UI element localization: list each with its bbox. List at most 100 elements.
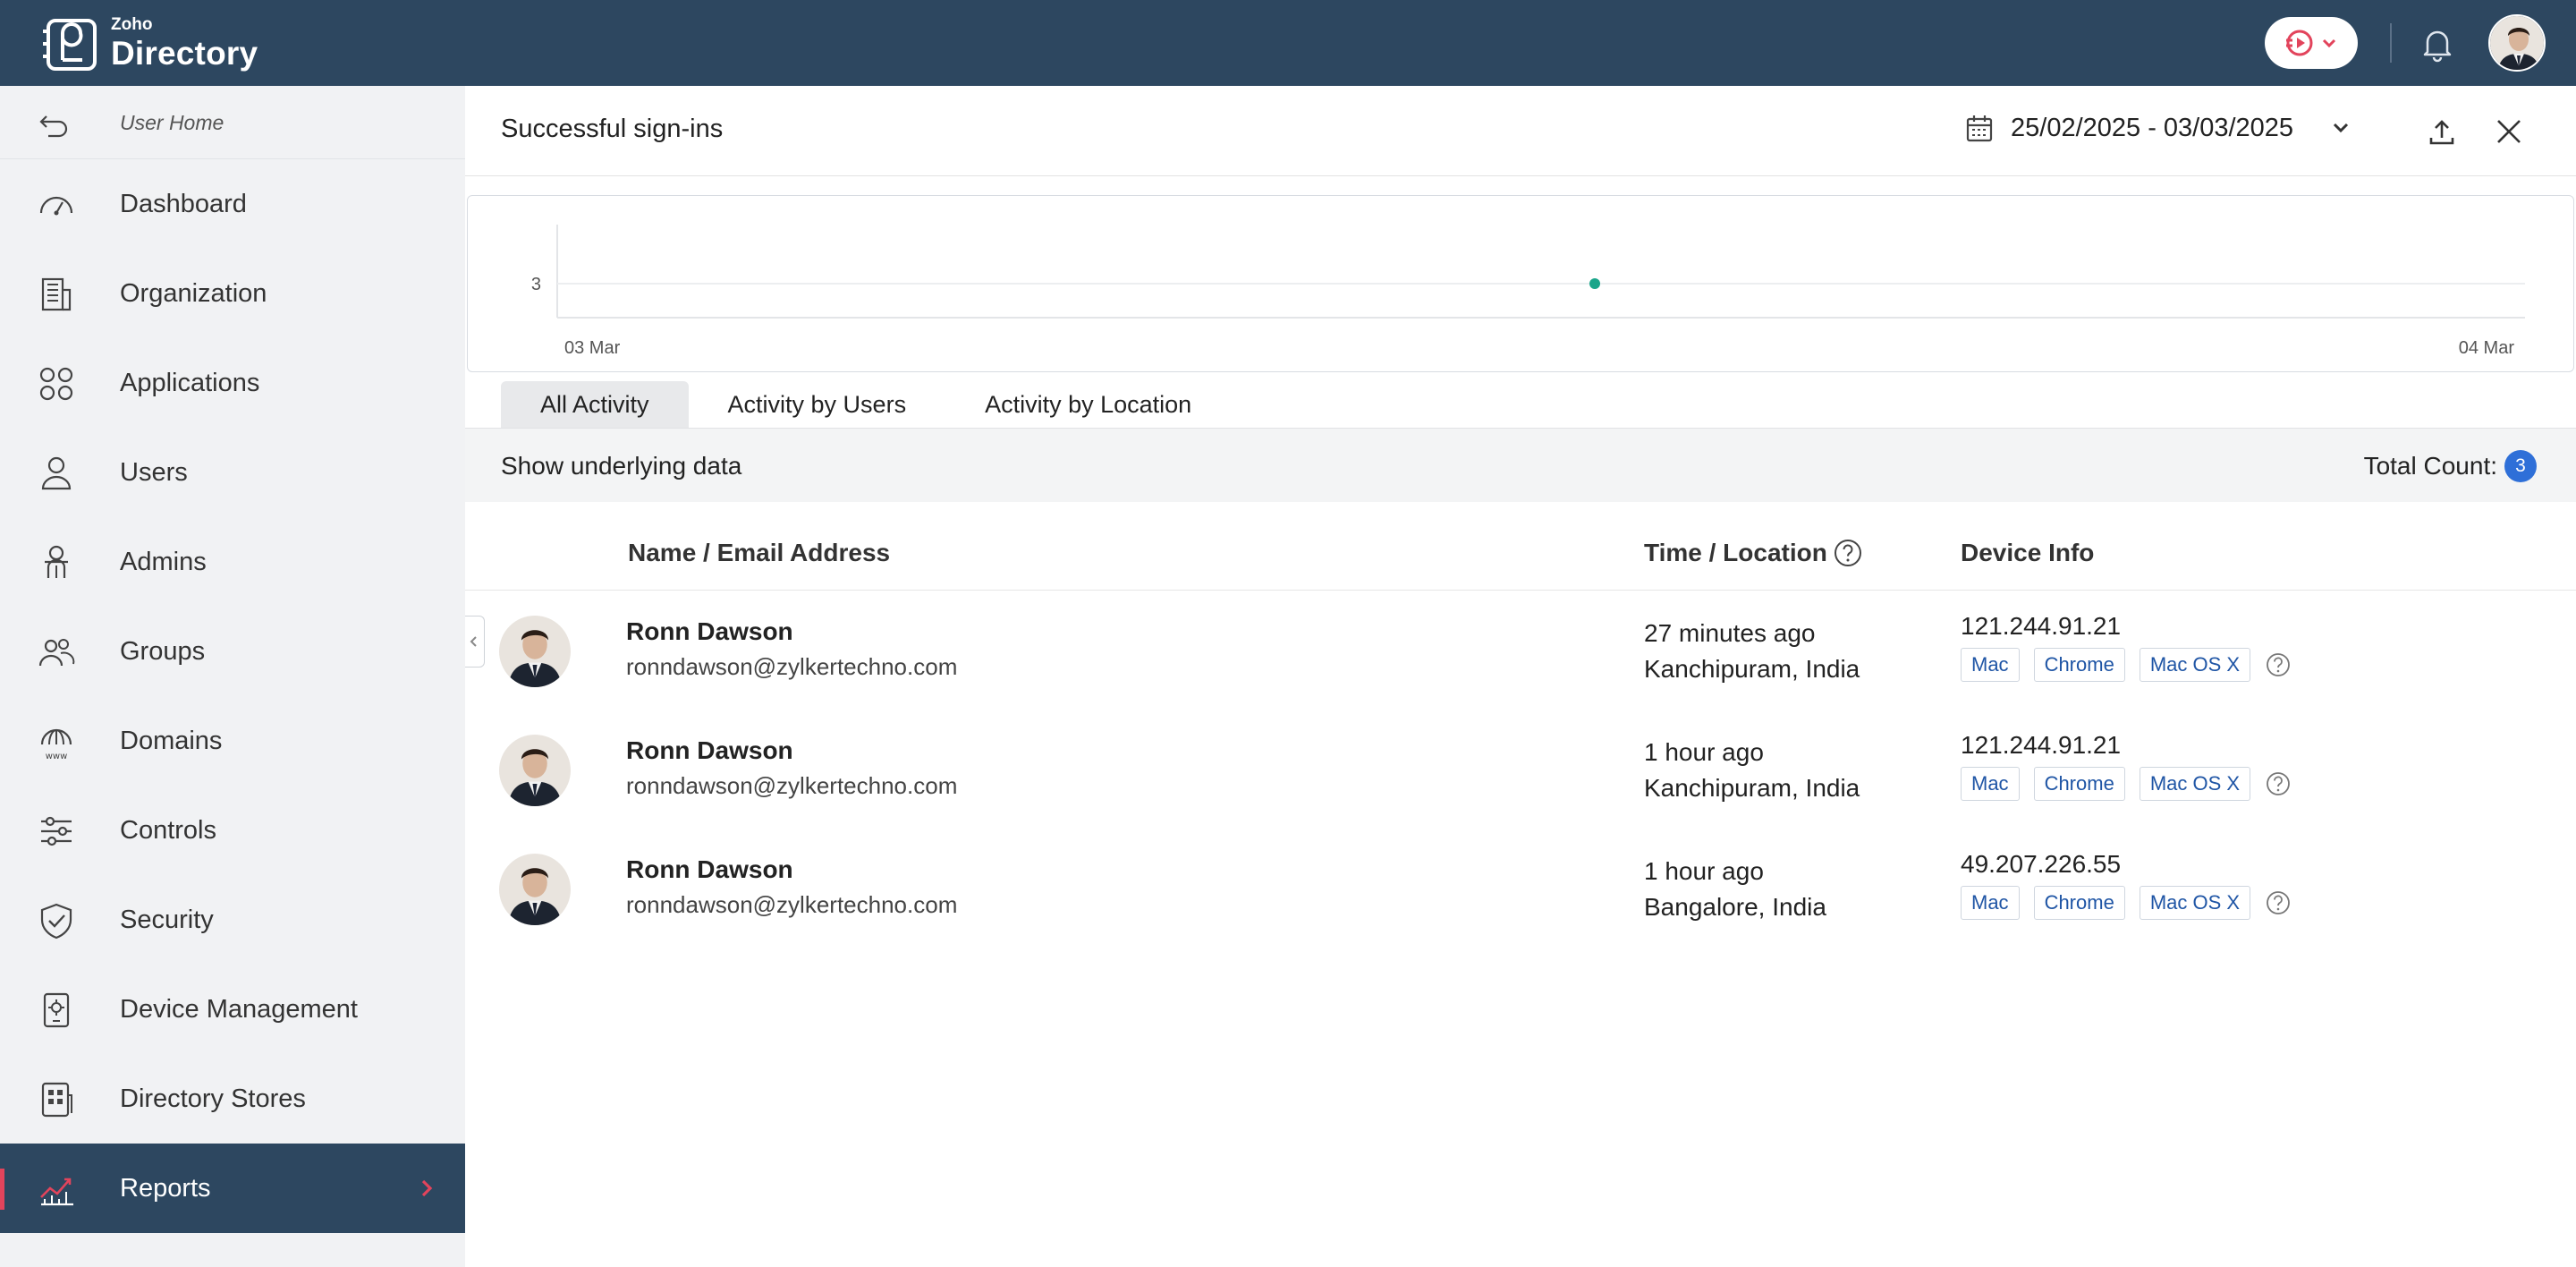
date-range-picker[interactable]: 25/02/2025 - 03/03/2025 — [1964, 113, 2352, 143]
sidebar-item-label: Directory Stores — [120, 1084, 306, 1113]
report-tabs: All Activity Activity by Users Activity … — [501, 381, 1231, 428]
ip-address: 49.207.226.55 — [1961, 850, 2122, 878]
signin-chart: 3 03 Mar 04 Mar — [467, 195, 2574, 372]
sidebar-item-label: Reports — [120, 1174, 211, 1203]
sliders-icon — [41, 816, 72, 846]
help-circle-icon[interactable] — [2265, 770, 2292, 797]
tab-activity-by-location[interactable]: Activity by Location — [945, 381, 1231, 428]
bell-icon[interactable] — [2419, 25, 2456, 63]
user-email: ronndawson@zylkertechno.com — [626, 772, 958, 799]
filter-bar: Show underlying data Total Count: 3 — [465, 429, 2576, 502]
sidebar-item-label: Applications — [120, 369, 260, 397]
back-arrow-icon — [39, 115, 68, 138]
close-icon[interactable] — [2492, 115, 2526, 149]
user-name: Ronn Dawson — [626, 855, 793, 883]
ip-address: 121.244.91.21 — [1961, 731, 2122, 759]
chevron-down-icon — [2322, 38, 2336, 48]
sidebar-item-security[interactable]: Security — [0, 875, 465, 965]
column-header-name: Name / Email Address — [628, 539, 891, 566]
data-point — [1589, 278, 1600, 289]
column-header-device: Device Info — [1961, 539, 2095, 566]
top-header: Zoho Directory — [0, 0, 2576, 86]
user-icon — [41, 456, 72, 490]
sidebar-item-domains[interactable]: www Domains — [0, 696, 465, 786]
signin-location: Kanchipuram, India — [1644, 774, 1860, 802]
browser-tag: Chrome — [2033, 767, 2125, 801]
user-home-link[interactable]: User Home — [0, 86, 465, 159]
user-home-label: User Home — [120, 111, 225, 134]
sidebar-item-label: Admins — [120, 548, 207, 576]
help-circle-icon[interactable] — [2265, 651, 2292, 678]
sidebar-item-organization[interactable]: Organization — [0, 249, 465, 338]
calendar-icon — [1966, 115, 1993, 142]
sidebar-item-device-management[interactable]: Device Management — [0, 965, 465, 1054]
sidebar-item-label: Security — [120, 906, 214, 934]
building-icon — [41, 277, 72, 311]
avatar — [499, 854, 571, 925]
divider — [465, 590, 2576, 591]
total-count-label: Total Count: — [2363, 452, 2497, 480]
os-tag: Mac OS X — [2139, 648, 2251, 682]
help-circle-icon[interactable] — [1833, 538, 1863, 568]
help-circle-icon[interactable] — [2265, 889, 2292, 916]
avatar-image-icon — [499, 735, 571, 806]
y-tick-label: 3 — [531, 275, 541, 294]
tab-activity-by-users[interactable]: Activity by Users — [689, 381, 946, 428]
group-icon — [38, 639, 75, 667]
sidebar-item-label: Domains — [120, 727, 223, 755]
report-panel: Successful sign-ins 25/02/2025 - 03/03/2… — [465, 86, 2576, 1267]
sidebar-item-dashboard[interactable]: Dashboard — [0, 159, 465, 249]
store-apps-icon — [41, 1082, 72, 1118]
sidebar-item-directory-stores[interactable]: Directory Stores — [0, 1054, 465, 1144]
show-underlying-data-toggle[interactable]: Show underlying data — [501, 452, 741, 480]
date-range-text: 25/02/2025 - 03/03/2025 — [2011, 113, 2294, 142]
user-name: Ronn Dawson — [626, 617, 793, 645]
sidebar-item-label: Controls — [120, 816, 216, 845]
device-gear-icon — [43, 992, 70, 1028]
sidebar-item-admins[interactable]: Admins — [0, 517, 465, 607]
sidebar-item-label: Users — [120, 458, 188, 487]
total-count: Total Count: 3 — [2364, 450, 2537, 482]
signin-time: 1 hour ago — [1644, 738, 1764, 766]
trend-chart-icon — [40, 1178, 73, 1206]
table-row[interactable]: Ronn Dawson ronndawson@zylkertechno.com … — [465, 612, 2576, 735]
brand-name-text: Directory — [111, 35, 258, 72]
brand-small-text: Zoho — [111, 15, 153, 34]
profile-avatar[interactable] — [2488, 14, 2546, 72]
sidebar-item-users[interactable]: Users — [0, 428, 465, 517]
signin-time: 1 hour ago — [1644, 857, 1764, 885]
directory-logo-icon — [43, 19, 97, 71]
sidebar-item-label: Dashboard — [120, 190, 247, 218]
chevron-down-icon — [2334, 123, 2349, 133]
table-row[interactable]: Ronn Dawson ronndawson@zylkertechno.com … — [465, 850, 2576, 973]
device-tags: Mac Chrome Mac OS X — [1961, 767, 2292, 801]
sidebar-item-applications[interactable]: Applications — [0, 338, 465, 428]
sidebar-item-reports[interactable]: Reports — [0, 1144, 465, 1233]
tab-all-activity[interactable]: All Activity — [501, 381, 689, 428]
sidebar-item-controls[interactable]: Controls — [0, 786, 465, 875]
ip-address: 121.244.91.21 — [1961, 612, 2122, 640]
os-tag: Mac OS X — [2139, 886, 2251, 920]
svg-text:www: www — [46, 752, 68, 761]
count-badge: 3 — [2504, 450, 2537, 482]
shield-check-icon — [40, 903, 72, 940]
table-row[interactable]: Ronn Dawson ronndawson@zylkertechno.com … — [465, 731, 2576, 854]
os-tag: Mac OS X — [2139, 767, 2251, 801]
quick-access-button[interactable] — [2265, 17, 2358, 69]
export-upload-icon[interactable] — [2426, 116, 2458, 149]
device-tag: Mac — [1961, 648, 2020, 682]
avatar — [499, 735, 571, 806]
user-email: ronndawson@zylkertechno.com — [626, 891, 958, 918]
zoho-directory-logo[interactable]: Zoho Directory — [43, 13, 258, 73]
signin-location: Kanchipuram, India — [1644, 655, 1860, 683]
device-tag: Mac — [1961, 886, 2020, 920]
admin-icon — [45, 545, 68, 578]
chart-svg: 3 03 Mar 04 Mar — [531, 225, 2525, 358]
sidebar-item-groups[interactable]: Groups — [0, 607, 465, 696]
column-header-time: Time / Location — [1644, 539, 1827, 566]
device-tags: Mac Chrome Mac OS X — [1961, 648, 2292, 682]
panel-title: Successful sign-ins — [501, 115, 724, 143]
device-tag: Mac — [1961, 767, 2020, 801]
x-tick-label: 04 Mar — [2459, 338, 2515, 358]
divider — [465, 175, 2576, 176]
